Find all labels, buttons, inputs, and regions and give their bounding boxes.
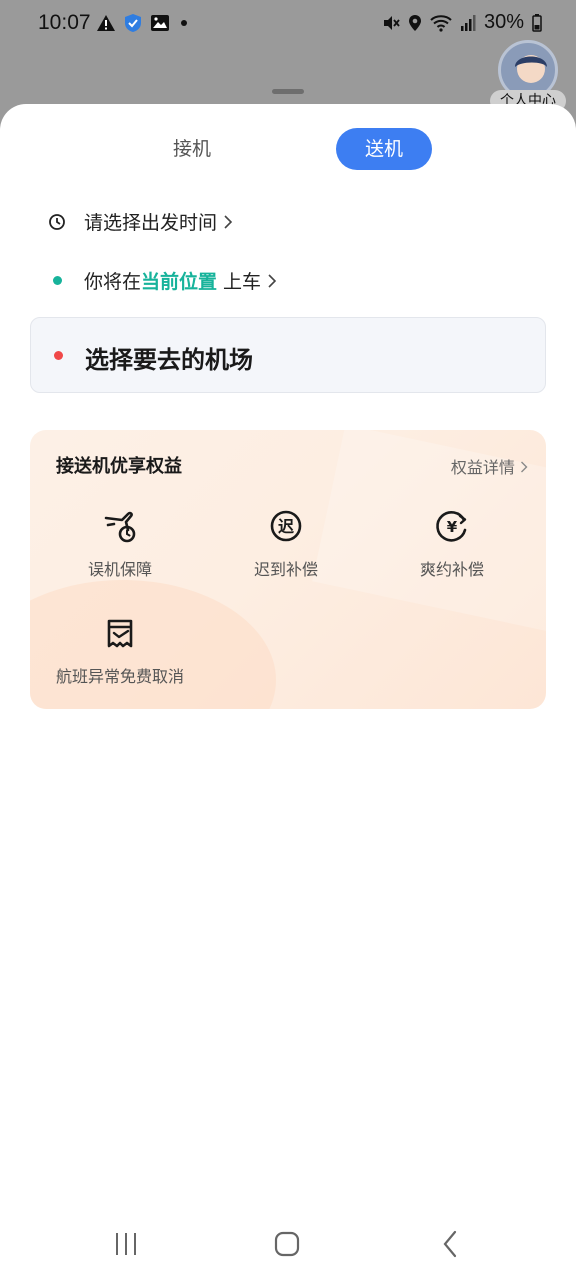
battery-percent: 30% (483, 11, 524, 33)
chevron-right-icon (268, 273, 277, 288)
booking-sheet: 接机 送机 请选择出发时间 你将在 当前位置 上车 选择要去的机场 接送机优享权… (0, 104, 576, 1280)
benefits-title: 接送机优享权益 (56, 456, 182, 477)
destination-label: 选择要去的机场 (85, 346, 253, 374)
pickup-current-location: 当前位置 (141, 271, 218, 293)
chevron-right-icon (521, 461, 528, 473)
shield-icon (125, 14, 141, 32)
battery-icon (532, 13, 542, 32)
mute-icon (383, 15, 400, 30)
home-button[interactable] (267, 1226, 307, 1262)
pickup-dot-icon (48, 272, 66, 290)
svg-text:¥: ¥ (447, 518, 458, 536)
tab-airport-pickup[interactable]: 接机 (144, 128, 240, 170)
back-icon (443, 1230, 457, 1258)
missed-flight-icon (104, 511, 136, 543)
benefit-label: 迟到补偿 (253, 560, 318, 579)
flight-cancel-icon (107, 619, 133, 648)
home-icon (274, 1231, 300, 1257)
recent-apps-icon (116, 1233, 136, 1255)
trip-type-tabs: 接机 送机 (0, 128, 576, 172)
no-show-compensation-icon: ¥ (436, 511, 467, 542)
dot-icon (181, 20, 187, 26)
system-nav-bar (0, 1206, 576, 1280)
recent-apps-button[interactable] (106, 1226, 146, 1262)
late-compensation-icon: 迟 (270, 510, 302, 542)
warning-icon (97, 15, 115, 31)
svg-text:迟: 迟 (278, 517, 294, 536)
chevron-right-icon (224, 214, 233, 229)
image-icon (151, 15, 169, 31)
departure-time-label: 请选择出发时间 (84, 212, 218, 234)
status-icons-right: 30% (382, 11, 542, 34)
benefit-label: 爽约补偿 (419, 560, 484, 579)
benefits-details-link[interactable]: 权益详情 (451, 454, 528, 478)
status-time: 10:07 (38, 11, 91, 34)
destination-airport-input[interactable]: 选择要去的机场 (30, 317, 546, 393)
pickup-suffix: 上车 (223, 271, 262, 293)
departure-time-selector[interactable]: 请选择出发时间 (48, 208, 233, 235)
back-button[interactable] (430, 1226, 470, 1262)
benefit-missed-flight[interactable]: 误机保障 (35, 508, 205, 580)
benefit-no-show-compensation[interactable]: ¥ 爽约补偿 (367, 508, 537, 580)
pickup-location-selector[interactable]: 你将在 当前位置 上车 (48, 267, 277, 294)
location-icon (408, 14, 421, 31)
sheet-drag-handle[interactable] (272, 89, 304, 94)
benefit-late-compensation[interactable]: 迟 迟到补偿 (201, 508, 371, 580)
benefit-label: 误机保障 (87, 560, 152, 579)
tab-airport-dropoff[interactable]: 送机 (336, 128, 432, 170)
wifi-icon (430, 14, 452, 32)
clock-icon (48, 213, 66, 231)
benefits-card: 接送机优享权益 权益详情 误机保障 迟 迟到补偿 ¥ 爽约补偿 航班异常免费取消 (30, 430, 546, 709)
profile-center-button[interactable]: 个人中心 (490, 40, 566, 112)
benefit-label: 航班异常免费取消 (55, 667, 184, 686)
status-icons-left (96, 13, 190, 33)
signal-icon (460, 14, 476, 31)
benefit-flight-abnormal-cancel[interactable]: 航班异常免费取消 (35, 615, 205, 687)
destination-dot-icon (54, 351, 63, 360)
pickup-prefix: 你将在 (84, 271, 142, 293)
